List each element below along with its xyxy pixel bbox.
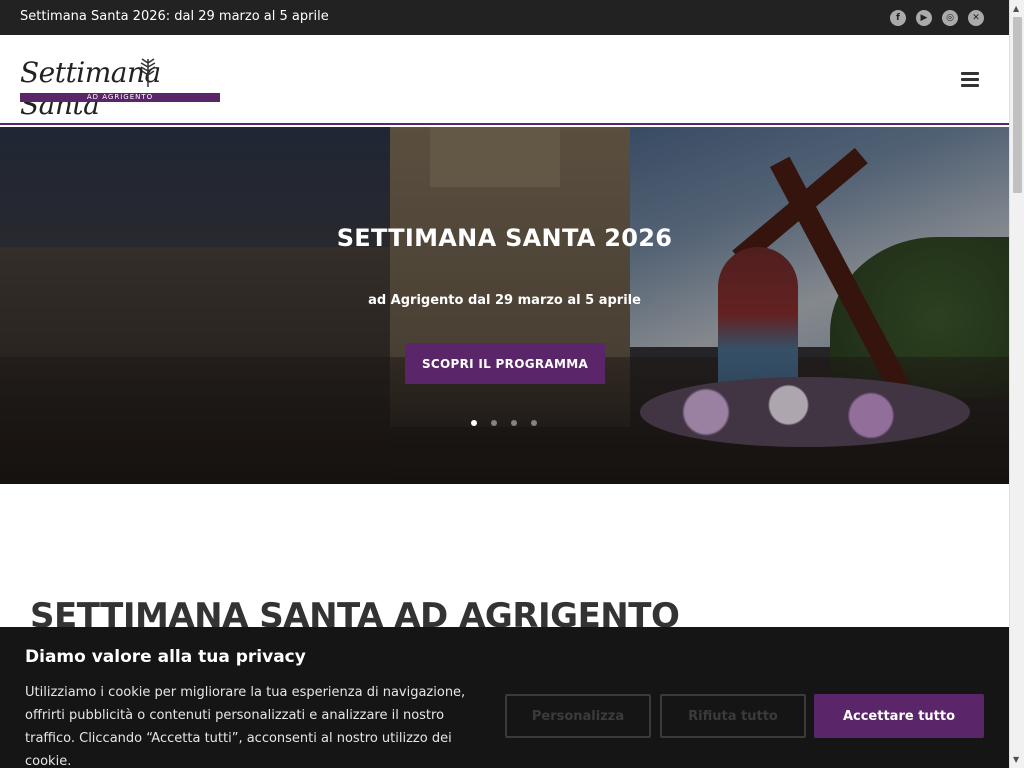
scroll-down-icon[interactable]: ▼: [1013, 755, 1019, 764]
top-bar: Settimana Santa 2026: dal 29 marzo al 5 …: [0, 0, 1009, 35]
palm-leaf-icon: [138, 57, 158, 93]
cookie-text: Utilizziamo i cookie per migliorare la t…: [25, 685, 466, 768]
page-scrollbar[interactable]: ▲ ▼: [1009, 0, 1024, 768]
x-icon[interactable]: ✕: [968, 10, 984, 26]
logo-text: Settimana Santa: [20, 56, 161, 121]
slider-dot-1[interactable]: [471, 420, 477, 426]
accept-all-button[interactable]: Accettare tutto: [814, 694, 984, 738]
logo-subtitle: AD AGRIGENTO: [20, 93, 220, 102]
hamburger-menu-icon[interactable]: [961, 72, 979, 87]
hero-title: SETTIMANA SANTA 2026: [336, 224, 673, 252]
customize-button[interactable]: Personalizza: [505, 694, 651, 738]
slider-dot-3[interactable]: [511, 420, 517, 426]
event-dates-text: Settimana Santa 2026: dal 29 marzo al 5 …: [20, 9, 329, 24]
slider-dot-2[interactable]: [491, 420, 497, 426]
site-header: Settimana Santa AD AGRIGENTO: [0, 35, 1009, 125]
youtube-icon[interactable]: ▶: [916, 10, 932, 26]
instagram-icon[interactable]: ◎: [942, 10, 958, 26]
program-button[interactable]: SCOPRI IL PROGRAMMA: [405, 343, 605, 384]
site-logo[interactable]: Settimana Santa AD AGRIGENTO: [20, 57, 220, 121]
scroll-up-icon[interactable]: ▲: [1013, 4, 1019, 13]
scroll-thumb[interactable]: [1013, 17, 1022, 193]
facebook-icon[interactable]: f: [890, 10, 906, 26]
social-links: f ▶ ◎ ✕: [890, 10, 984, 26]
slider-dots: [471, 420, 537, 426]
cookie-banner: Diamo valore alla tua privacy Utilizziam…: [0, 627, 1009, 768]
reject-all-button[interactable]: Rifiuta tutto: [660, 694, 806, 738]
hero-slider[interactable]: SETTIMANA SANTA 2026 ad Agrigento dal 29…: [0, 127, 1009, 484]
hero-subtitle: ad Agrigento dal 29 marzo al 5 aprile: [368, 293, 641, 308]
slider-dot-4[interactable]: [531, 420, 537, 426]
cookie-title: Diamo valore alla tua privacy: [25, 647, 306, 667]
